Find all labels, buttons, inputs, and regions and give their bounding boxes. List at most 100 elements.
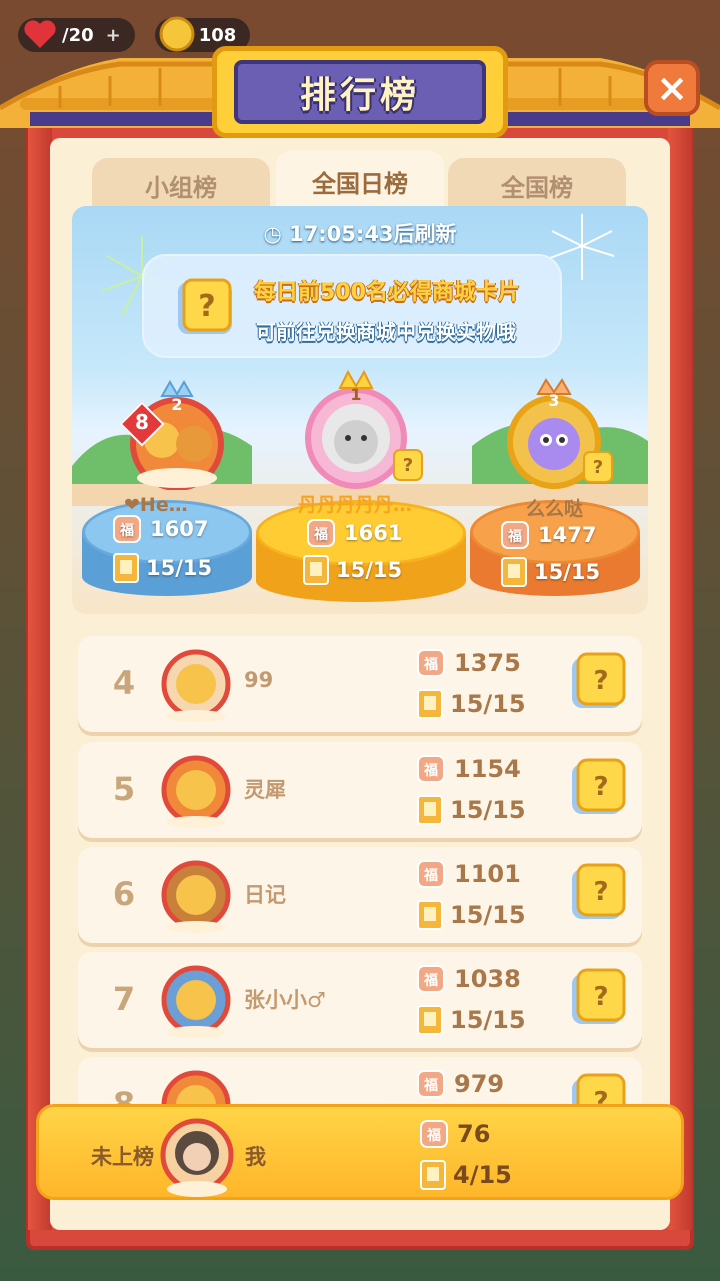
mystery-card-icon[interactable]: ? — [570, 968, 628, 1028]
book-icon — [501, 557, 527, 587]
left-pillar — [28, 120, 52, 1230]
svg-text:福: 福 — [313, 526, 328, 543]
page-title: 排行榜 — [299, 75, 420, 116]
svg-text:福: 福 — [423, 656, 438, 673]
podium-third-avatar[interactable]: 3 ? — [496, 374, 616, 490]
podium-second-avatar[interactable]: 2 8 — [119, 374, 232, 491]
podium-rank: 1 — [350, 385, 361, 404]
book-icon — [417, 1005, 443, 1035]
podium-third-name: 么么哒 — [526, 498, 584, 520]
tab-national[interactable]: 全国榜 — [448, 158, 626, 212]
player-score: 福 1038 — [416, 964, 521, 994]
my-score: 福 76 — [419, 1119, 490, 1149]
ranking-row[interactable]: 7 张小小♂ 福 1038 15/15 ? — [78, 952, 642, 1048]
player-score: 福 1101 — [416, 859, 521, 889]
podium-score: 福 1607 — [112, 514, 208, 544]
rank-number: 7 — [112, 980, 136, 1018]
fu-icon: 福 — [113, 515, 141, 543]
tab-group[interactable]: 小组榜 — [92, 158, 270, 212]
svg-text:?: ? — [593, 457, 603, 478]
avatar: 1 ? — [305, 369, 423, 489]
podium-progress: 15/15 — [500, 556, 600, 588]
close-button[interactable]: × — [644, 60, 700, 116]
player-progress: 15/15 — [416, 794, 526, 826]
book-icon — [420, 1160, 446, 1190]
podium-panel: ◷ 17:05:43后刷新 ? 每日前500名必得商城卡片 可前往兑换商城中兑换… — [72, 206, 648, 614]
player-name: 日记 — [244, 883, 286, 907]
fu-icon: 福 — [420, 1120, 448, 1148]
title-board-inner: 排行榜 — [234, 60, 486, 124]
player-name: 灵犀 — [244, 778, 286, 802]
clock-icon: ◷ — [263, 222, 290, 246]
book-icon — [417, 900, 443, 930]
podium-score: 福 1477 — [500, 520, 596, 550]
avatar[interactable] — [156, 853, 236, 933]
tab-label: 全国榜 — [501, 173, 573, 202]
svg-text:福: 福 — [507, 528, 522, 545]
player-score: 福 979 — [416, 1069, 504, 1099]
tab-bar: 小组榜 全国榜 全国日榜 — [92, 150, 628, 212]
rank-number: 4 — [112, 664, 136, 702]
reward-banner: ? 每日前500名必得商城卡片 可前往兑换商城中兑换实物哦 — [142, 254, 562, 358]
podium-score: 福 1661 — [306, 518, 402, 548]
book-icon — [303, 555, 329, 585]
rank-number: 5 — [112, 770, 136, 808]
mystery-card-icon[interactable]: ? — [570, 863, 628, 923]
svg-text:?: ? — [593, 877, 608, 907]
rank-number: 6 — [112, 875, 136, 913]
ranking-row[interactable]: 5 灵犀 福 1154 15/15 ? — [78, 742, 642, 838]
banner-line-2: 可前往兑换商城中兑换实物哦 — [256, 320, 516, 344]
tab-label: 全国日榜 — [312, 169, 408, 198]
fu-icon: 福 — [417, 860, 445, 888]
tab-national-daily[interactable]: 全国日榜 — [276, 150, 444, 212]
svg-text:?: ? — [403, 455, 413, 476]
title-board: 排行榜 — [212, 46, 508, 138]
player-name: 张小小♂ — [244, 988, 326, 1012]
ranking-row[interactable]: 4 99 福 1375 15/15 ? — [78, 636, 642, 732]
my-name: 我 — [245, 1145, 266, 1169]
svg-text:?: ? — [198, 289, 215, 324]
mystery-card-icon: ? — [178, 278, 232, 334]
podium-first-name: 丹丹丹丹丹… — [298, 494, 413, 516]
podium-rank: 2 — [171, 395, 182, 414]
player-progress: 15/15 — [416, 899, 526, 931]
fu-icon: 福 — [307, 519, 335, 547]
book-icon — [417, 689, 443, 719]
podium-progress: 15/15 — [112, 552, 212, 584]
mystery-card-icon[interactable]: ? — [570, 652, 628, 712]
level-badge: 8 — [135, 410, 149, 434]
player-score: 福 1375 — [416, 648, 521, 678]
avatar[interactable] — [156, 748, 236, 828]
svg-text:福: 福 — [423, 1077, 438, 1094]
close-icon: × — [656, 66, 688, 110]
svg-text:?: ? — [593, 982, 608, 1012]
svg-text:福: 福 — [426, 1127, 441, 1144]
book-icon — [417, 795, 443, 825]
avatar[interactable] — [156, 642, 236, 722]
fu-icon: 福 — [501, 521, 529, 549]
avatar[interactable] — [156, 958, 236, 1038]
banner-line-1: 每日前500名必得商城卡片 — [254, 280, 520, 305]
podium-progress: 15/15 — [302, 554, 402, 586]
right-pillar — [668, 120, 692, 1230]
my-progress: 4/15 — [419, 1159, 512, 1191]
svg-text:福: 福 — [423, 762, 438, 779]
svg-text:福: 福 — [423, 972, 438, 989]
tab-label: 小组榜 — [145, 173, 217, 202]
svg-text:福: 福 — [119, 522, 134, 539]
ranking-row[interactable]: 6 日记 福 1101 15/15 ? — [78, 847, 642, 943]
my-rank-label: 未上榜 — [91, 1145, 154, 1169]
mystery-card-icon[interactable]: ? — [570, 758, 628, 818]
my-rank-bar[interactable]: 未上榜 我 福 76 4/15 — [36, 1104, 684, 1200]
my-avatar[interactable] — [157, 1113, 237, 1197]
avatar: 3 ? — [507, 378, 613, 489]
fu-icon: 福 — [417, 1070, 445, 1098]
player-progress: 15/15 — [416, 1004, 526, 1036]
svg-text:?: ? — [593, 666, 608, 696]
fu-icon: 福 — [417, 649, 445, 677]
podium-second-name: ❤He… — [124, 494, 188, 516]
fu-icon: 福 — [417, 755, 445, 783]
podium-first-avatar[interactable]: 1 ? — [294, 366, 424, 490]
book-icon — [113, 553, 139, 583]
player-progress: 15/15 — [416, 688, 526, 720]
